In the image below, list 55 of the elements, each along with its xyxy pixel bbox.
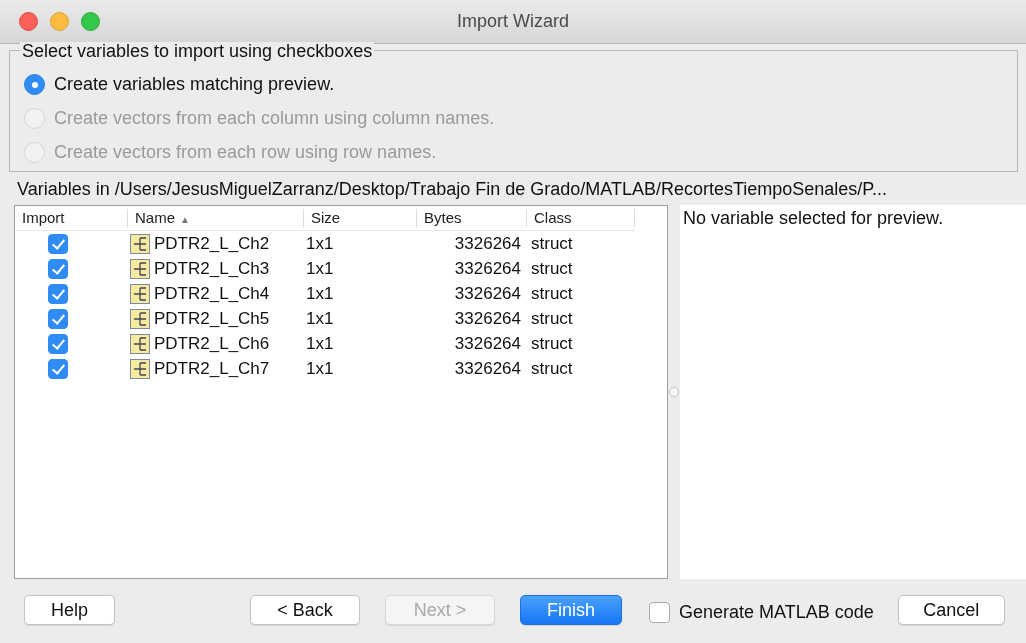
struct-icon <box>130 283 150 304</box>
column-header[interactable]: Bytes <box>417 209 527 227</box>
window-title: Import Wizard <box>457 11 569 32</box>
preview-message: No variable selected for preview. <box>683 208 944 228</box>
table-cell: 3326264 <box>454 358 521 379</box>
checkbox[interactable] <box>649 601 670 623</box>
table-cell: PDTR2_L_Ch7 <box>154 358 270 379</box>
checkbox-label[interactable]: Generate MATLAB code <box>679 601 874 623</box>
import-checkbox[interactable] <box>47 283 68 304</box>
table-cell: 3326264 <box>454 233 521 254</box>
struct-icon <box>130 308 150 329</box>
table-cell: struct <box>531 258 573 279</box>
import-checkbox[interactable] <box>47 308 68 329</box>
import-checkbox[interactable] <box>47 258 68 279</box>
radio-label[interactable]: Create variables matching preview. <box>54 73 335 95</box>
table-cell: 1x1 <box>306 333 334 354</box>
table-cell: PDTR2_L_Ch2 <box>154 233 270 254</box>
struct-icon <box>130 233 150 254</box>
path-label: Variables in /Users/JesusMiguelZarranz/Desktop/Trabajo Fin de Grado/MATLAB/RecortesTiempoSenales/P... <box>17 178 889 201</box>
minimize-button[interactable] <box>50 12 69 31</box>
struct-icon <box>130 258 150 279</box>
table-cell: struct <box>531 233 573 254</box>
close-button[interactable] <box>19 12 38 31</box>
import-checkbox[interactable] <box>47 333 68 354</box>
table-cell: struct <box>531 308 573 329</box>
table-cell: 3326264 <box>454 258 521 279</box>
table-cell: struct <box>531 358 573 379</box>
struct-icon <box>130 333 150 354</box>
table-cell: PDTR2_L_Ch4 <box>154 283 270 304</box>
table-cell: PDTR2_L_Ch6 <box>154 333 270 354</box>
table-cell: 3326264 <box>454 283 521 304</box>
table-cell: 1x1 <box>306 308 334 329</box>
table-cell: struct <box>531 333 573 354</box>
column-header[interactable]: Name ▲ <box>128 209 304 227</box>
table-cell: struct <box>531 283 573 304</box>
column-header[interactable]: Import <box>15 209 128 227</box>
zoom-button[interactable] <box>81 12 100 31</box>
radio-button[interactable] <box>24 73 45 95</box>
group-legend: Select variables to import using checkboxes <box>20 42 375 60</box>
cancel-button[interactable]: Cancel <box>897 595 1005 625</box>
table-cell: 1x1 <box>306 358 334 379</box>
column-header[interactable]: Size <box>304 209 417 227</box>
column-header[interactable]: Class <box>527 209 635 227</box>
table-cell: PDTR2_L_Ch5 <box>154 308 270 329</box>
table-cell: 1x1 <box>306 233 334 254</box>
wizard-button[interactable]: < Back <box>250 595 360 625</box>
table-cell: 1x1 <box>306 258 334 279</box>
import-checkbox[interactable] <box>47 233 68 254</box>
table-cell: 1x1 <box>306 283 334 304</box>
table-cell: PDTR2_L_Ch3 <box>154 258 270 279</box>
import-checkbox[interactable] <box>47 358 68 379</box>
wizard-button[interactable]: Help <box>24 595 115 625</box>
table-cell: 3326264 <box>454 308 521 329</box>
table-cell: 3326264 <box>454 333 521 354</box>
struct-icon <box>130 358 150 379</box>
